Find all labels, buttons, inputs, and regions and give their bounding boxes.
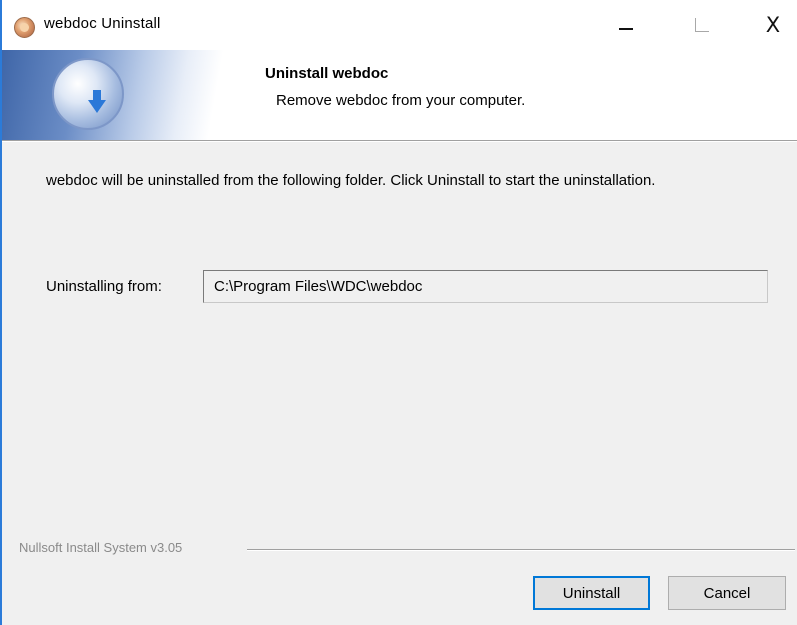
- uninstall-button[interactable]: Uninstall: [533, 576, 650, 610]
- header-title: Uninstall webdoc: [265, 65, 389, 82]
- window-title: webdoc Uninstall: [44, 15, 161, 32]
- cancel-button[interactable]: Cancel: [668, 576, 786, 610]
- minimize-icon: [619, 28, 633, 30]
- maximize-button[interactable]: [680, 0, 726, 50]
- maximize-icon: [695, 18, 709, 32]
- header-divider-highlight: [2, 141, 797, 142]
- header-subtitle: Remove webdoc from your computer.: [276, 92, 526, 109]
- uninstall-from-label: Uninstalling from:: [46, 278, 162, 295]
- banner-graphic: [2, 50, 247, 140]
- minimize-button[interactable]: [605, 0, 651, 50]
- header-banner: Uninstall webdoc Remove webdoc from your…: [2, 50, 797, 140]
- intro-text: webdoc will be uninstalled from the foll…: [46, 172, 656, 189]
- close-button[interactable]: X: [750, 0, 796, 50]
- app-icon: [14, 17, 35, 38]
- footer-divider-highlight: [247, 550, 795, 551]
- disc-icon: [52, 58, 124, 130]
- title-bar[interactable]: webdoc Uninstall X: [2, 0, 797, 50]
- arrow-head-icon: [88, 100, 106, 113]
- nsis-branding: Nullsoft Install System v3.05: [19, 540, 183, 555]
- install-path-field[interactable]: [203, 270, 768, 303]
